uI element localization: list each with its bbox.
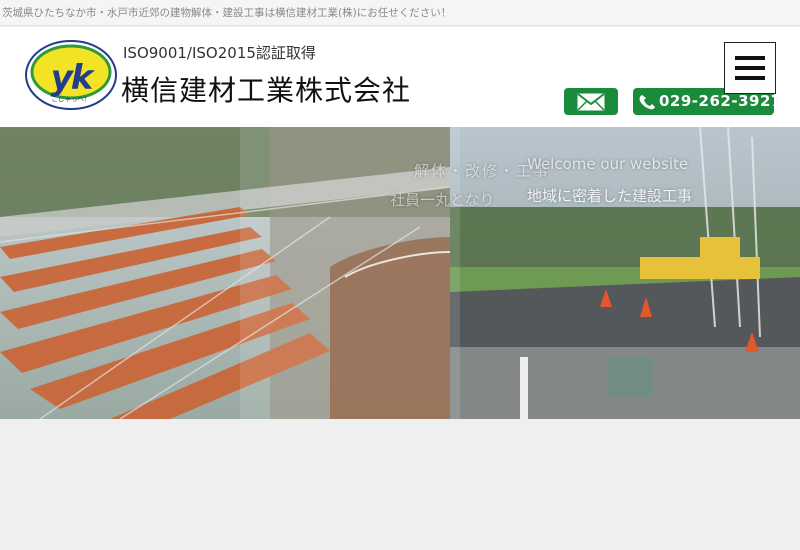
hero-caption-3: Welcome our website <box>527 155 689 173</box>
company-name: 横信建材工業株式会社 <box>121 74 412 107</box>
menu-bar-icon <box>735 56 765 60</box>
hero-caption-2: 社員一丸となり <box>390 191 495 209</box>
menu-bar-icon <box>735 66 765 70</box>
logo-subtext: こじゃっぺ！ <box>51 95 91 103</box>
top-info-bar: 茨城県ひたちなか市・水戸市近郊の建物解体・建設工事は横信建材工業(株)にお任せく… <box>0 0 800 26</box>
phone-number: 029-262-3927 <box>659 92 782 110</box>
hero-slideshow: 解体・改修・工事 社員一丸となり Welcome our website 地域に… <box>0 127 800 419</box>
site-header: yk こじゃっぺ！ ISO9001/ISO2015認証取得 横信建材工業株式会社… <box>0 27 800 127</box>
hamburger-menu-button[interactable] <box>724 42 776 94</box>
phone-icon <box>639 95 655 110</box>
logo-letters: yk <box>50 58 94 98</box>
mail-button[interactable] <box>564 88 618 115</box>
certification-text: ISO9001/ISO2015認証取得 <box>123 44 316 62</box>
company-logo[interactable]: yk こじゃっぺ！ <box>24 39 118 111</box>
top-info-text: 茨城県ひたちなか市・水戸市近郊の建物解体・建設工事は横信建材工業(株)にお任せく… <box>2 7 452 19</box>
hero-caption-4: 地域に密着した建設工事 <box>527 187 693 205</box>
menu-bar-icon <box>735 76 765 80</box>
envelope-icon <box>577 93 605 111</box>
